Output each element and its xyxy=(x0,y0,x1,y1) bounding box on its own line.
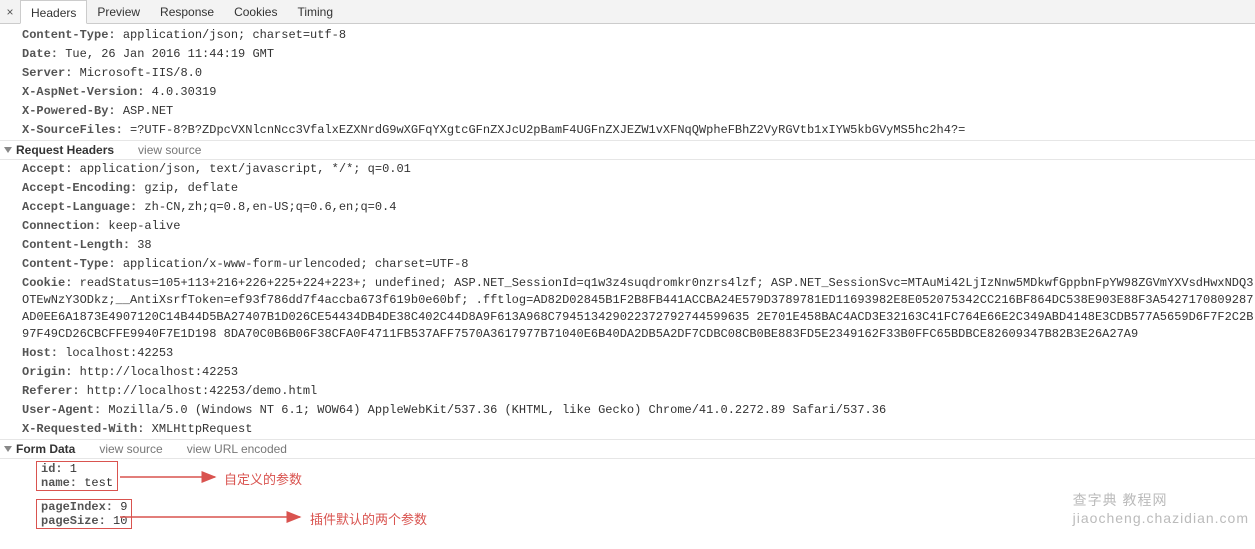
section-request-headers[interactable]: Request Headers view source xyxy=(0,140,1255,160)
header-line: Referer: http://localhost:42253/demo.htm… xyxy=(0,382,1255,401)
header-line: Server: Microsoft-IIS/8.0 xyxy=(0,64,1255,83)
section-title: Request Headers xyxy=(16,143,114,157)
header-value: Microsoft-IIS/8.0 xyxy=(72,66,202,80)
header-key: Referer: xyxy=(22,384,80,398)
tab-cookies[interactable]: Cookies xyxy=(224,0,287,24)
header-value: Tue, 26 Jan 2016 11:44:19 GMT xyxy=(58,47,274,61)
watermark: 查字典 教程网jiaocheng.chazidian.com xyxy=(1073,490,1249,526)
tab-timing[interactable]: Timing xyxy=(287,0,343,24)
header-key: User-Agent: xyxy=(22,403,101,417)
header-line: Host: localhost:42253 xyxy=(0,344,1255,363)
header-key: Content-Type: xyxy=(22,257,116,271)
header-line: X-AspNet-Version: 4.0.30319 xyxy=(0,83,1255,102)
header-key: Connection: xyxy=(22,219,101,233)
header-value: application/json; charset=utf-8 xyxy=(116,28,346,42)
header-value: XMLHttpRequest xyxy=(144,422,252,436)
header-line: Date: Tue, 26 Jan 2016 11:44:19 GMT xyxy=(0,45,1255,64)
header-value: =?UTF-8?B?ZDpcVXNlcnNcc3VfalxEZXNrdG9wXG… xyxy=(123,123,966,137)
annotation-custom: 自定义的参数 xyxy=(224,469,302,488)
header-value: 38 xyxy=(130,238,152,252)
header-line: Origin: http://localhost:42253 xyxy=(0,363,1255,382)
header-key: Accept-Encoding: xyxy=(22,181,137,195)
tab-response[interactable]: Response xyxy=(150,0,224,24)
headers-panel: Content-Type: application/json; charset=… xyxy=(0,24,1255,549)
caret-down-icon xyxy=(4,147,12,153)
header-line: Accept: application/json, text/javascrip… xyxy=(0,160,1255,179)
header-line: User-Agent: Mozilla/5.0 (Windows NT 6.1;… xyxy=(0,401,1255,420)
header-value: http://localhost:42253 xyxy=(72,365,238,379)
annotation-default: 插件默认的两个参数 xyxy=(310,509,427,528)
header-value: Mozilla/5.0 (Windows NT 6.1; WOW64) Appl… xyxy=(101,403,886,417)
header-key: X-Requested-With: xyxy=(22,422,144,436)
header-line: X-Powered-By: ASP.NET xyxy=(0,102,1255,121)
header-key: Cookie: xyxy=(22,276,72,290)
header-line: X-SourceFiles: =?UTF-8?B?ZDpcVXNlcnNcc3V… xyxy=(0,121,1255,140)
header-key: X-Powered-By: xyxy=(22,104,116,118)
header-key: Server: xyxy=(22,66,72,80)
form-data-annotated: id: 1name: test pageIndex: 9pageSize: 10… xyxy=(0,459,1255,539)
header-line: Content-Type: application/json; charset=… xyxy=(0,26,1255,45)
close-icon[interactable]: × xyxy=(0,5,20,19)
form-key: id: xyxy=(41,462,63,476)
header-value: readStatus=105+113+216+226+225+224+223+;… xyxy=(22,276,1253,341)
form-data-line: pageSize: 10 xyxy=(41,514,127,528)
header-line: Cookie: readStatus=105+113+216+226+225+2… xyxy=(0,274,1255,344)
header-key: Origin: xyxy=(22,365,72,379)
header-key: Host: xyxy=(22,346,58,360)
tab-preview[interactable]: Preview xyxy=(87,0,150,24)
header-value: zh-CN,zh;q=0.8,en-US;q=0.6,en;q=0.4 xyxy=(137,200,396,214)
header-line: Content-Type: application/x-www-form-url… xyxy=(0,255,1255,274)
header-key: Date: xyxy=(22,47,58,61)
header-line: Accept-Encoding: gzip, deflate xyxy=(0,179,1255,198)
form-value: 9 xyxy=(113,500,127,514)
header-value: 4.0.30319 xyxy=(144,85,216,99)
view-source-link[interactable]: view source xyxy=(99,442,162,456)
header-line: X-Requested-With: XMLHttpRequest xyxy=(0,420,1255,439)
form-key: name: xyxy=(41,476,77,490)
form-key: pageSize: xyxy=(41,514,106,528)
header-value: application/json, text/javascript, */*; … xyxy=(72,162,410,176)
header-line: Content-Length: 38 xyxy=(0,236,1255,255)
form-key: pageIndex: xyxy=(41,500,113,514)
tab-bar: × HeadersPreviewResponseCookiesTiming xyxy=(0,0,1255,24)
form-value: 1 xyxy=(63,462,77,476)
form-data-line: pageIndex: 9 xyxy=(41,500,127,514)
header-line: Connection: keep-alive xyxy=(0,217,1255,236)
view-source-link[interactable]: view source xyxy=(138,143,201,157)
header-key: Accept: xyxy=(22,162,72,176)
section-form-data[interactable]: Form Data view source view URL encoded xyxy=(0,439,1255,459)
form-data-default-box: pageIndex: 9pageSize: 10 xyxy=(36,499,132,529)
view-url-encoded-link[interactable]: view URL encoded xyxy=(187,442,287,456)
header-line: Accept-Language: zh-CN,zh;q=0.8,en-US;q=… xyxy=(0,198,1255,217)
header-key: X-AspNet-Version: xyxy=(22,85,144,99)
form-value: 10 xyxy=(106,514,128,528)
header-key: X-SourceFiles: xyxy=(22,123,123,137)
header-key: Accept-Language: xyxy=(22,200,137,214)
header-value: http://localhost:42253/demo.html xyxy=(80,384,318,398)
form-data-line: name: test xyxy=(41,476,113,490)
header-value: keep-alive xyxy=(101,219,180,233)
tab-headers[interactable]: Headers xyxy=(20,0,87,24)
form-data-line: id: 1 xyxy=(41,462,113,476)
section-title: Form Data xyxy=(16,442,75,456)
header-value: gzip, deflate xyxy=(137,181,238,195)
form-data-custom-box: id: 1name: test xyxy=(36,461,118,491)
caret-down-icon xyxy=(4,446,12,452)
form-value: test xyxy=(77,476,113,490)
header-key: Content-Type: xyxy=(22,28,116,42)
header-key: Content-Length: xyxy=(22,238,130,252)
header-value: localhost:42253 xyxy=(58,346,173,360)
header-value: application/x-www-form-urlencoded; chars… xyxy=(116,257,469,271)
header-value: ASP.NET xyxy=(116,104,174,118)
